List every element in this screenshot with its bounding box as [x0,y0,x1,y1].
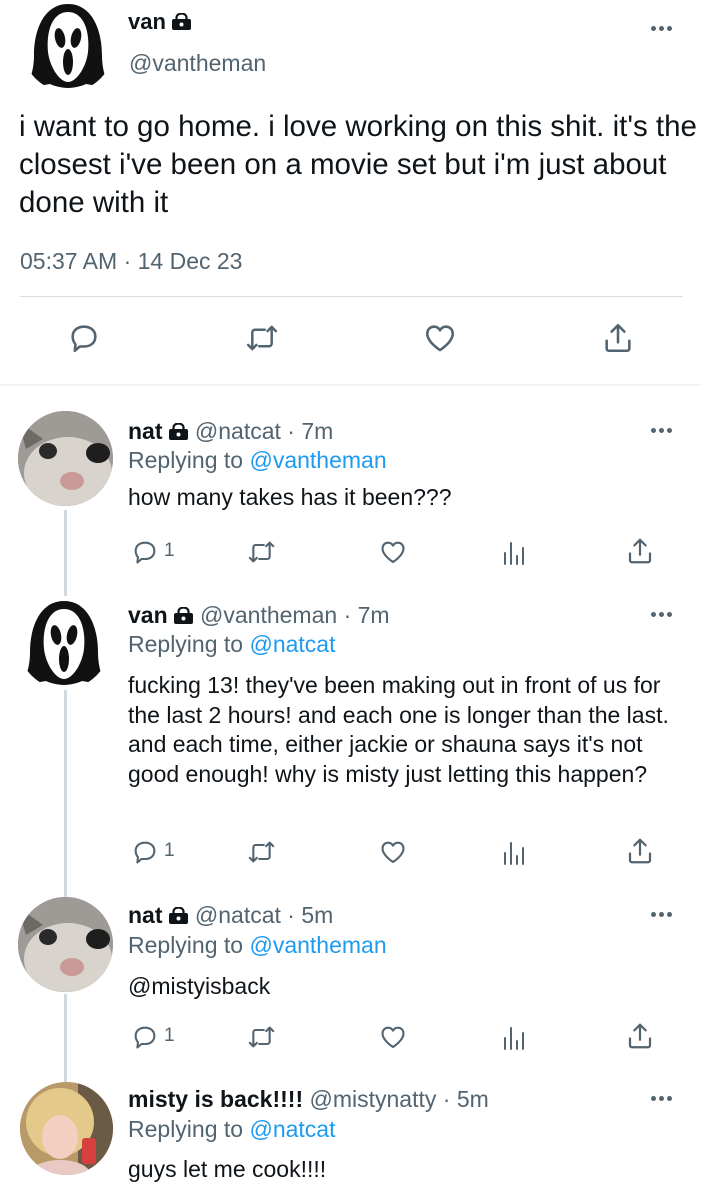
share-icon [605,323,631,353]
tweet-text: i want to go home. i love working on thi… [19,110,697,219]
lock-icon [171,13,191,30]
cat-avatar-image [18,897,113,992]
reply-time: · 7m [287,418,334,444]
like-icon [381,541,405,563]
retweet-button[interactable] [244,321,280,355]
avatar-van[interactable] [18,597,110,689]
reply-count: 1 [164,540,175,561]
reply-author-handle[interactable]: @natcat [195,902,281,928]
replying-to-link[interactable]: @natcat [249,631,335,657]
lock-icon [168,907,188,924]
share-icon [628,1023,652,1049]
share-button[interactable] [625,536,655,566]
replying-to-link[interactable]: @vantheman [249,447,386,473]
ghostface-image [26,4,110,88]
share-button[interactable] [601,321,635,355]
reply-header: van @vantheman · 7m [128,602,390,629]
avatar-misty[interactable] [20,1082,113,1175]
share-icon [628,838,652,864]
reply-icon [71,325,97,353]
more-icon[interactable] [651,428,673,434]
reply-header: misty is back!!!! @mistynatty · 5m [128,1086,489,1113]
analytics-button[interactable] [502,1023,526,1051]
reply-count: 1 [164,1025,175,1046]
reply-button[interactable] [131,1023,159,1051]
ghostface-image [22,601,106,685]
replying-to: Replying to @vantheman [128,932,387,958]
reply-time: · 5m [442,1086,489,1112]
more-icon[interactable] [651,912,673,918]
thread-line [64,510,67,596]
mention-link[interactable]: @mistyisback [128,972,688,1002]
share-icon [628,538,652,564]
reply-header: nat @natcat · 7m [128,418,333,445]
reply-button[interactable] [131,838,159,866]
replying-to: Replying to @natcat [128,1116,336,1142]
author-handle[interactable]: @vantheman [129,50,266,77]
reply-author-name[interactable]: nat [128,418,163,444]
replying-to: Replying to @vantheman [128,447,387,473]
reply-icon [134,541,156,564]
more-icon[interactable] [651,1096,673,1102]
like-button[interactable] [378,838,408,866]
like-button[interactable] [422,321,458,355]
reply-text: fucking 13! they've been making out in f… [128,672,669,787]
avatar-van[interactable] [22,0,114,92]
reply-text: guys let me cook!!!! [128,1156,327,1182]
reply-time: · 5m [287,902,334,928]
analytics-button[interactable] [502,838,526,866]
reply-author-handle[interactable]: @vantheman [200,602,337,628]
tweet-timestamp[interactable]: 05:37 AM · 14 Dec 23 [20,248,242,275]
reply-author-handle[interactable]: @natcat [195,418,281,444]
reply-icon [134,841,156,864]
more-icon[interactable] [651,26,673,32]
divider [20,296,683,297]
replying-to: Replying to @natcat [128,631,336,657]
like-button[interactable] [378,1023,408,1051]
retweet-icon [246,325,278,351]
analytics-icon [504,842,524,865]
retweet-button[interactable] [246,538,277,566]
share-button[interactable] [625,1021,655,1051]
analytics-icon [504,1027,524,1050]
like-icon [425,325,455,352]
author-name-row: van [128,9,192,35]
reply-button[interactable] [67,321,101,355]
like-icon [381,841,405,863]
avatar-nat[interactable] [18,411,113,506]
lock-icon [168,423,188,440]
reply-icon [134,1026,156,1049]
author-name[interactable]: van [128,9,166,34]
retweet-icon [248,1026,275,1048]
analytics-button[interactable] [502,538,526,566]
cat-avatar-image [18,411,113,506]
replying-to-link[interactable]: @vantheman [249,932,386,958]
reply-count: 1 [164,840,175,861]
reply-author-name[interactable]: misty is back!!!! [128,1086,303,1112]
retweet-button[interactable] [246,1023,277,1051]
analytics-icon [504,542,524,565]
replying-to-link[interactable]: @natcat [249,1116,335,1142]
thread-line [64,690,67,898]
like-icon [381,1026,405,1048]
more-icon[interactable] [651,612,673,618]
reply-author-handle[interactable]: @mistynatty [310,1086,437,1112]
reply-header: nat @natcat · 5m [128,902,333,929]
divider [0,384,701,386]
retweet-button[interactable] [246,838,277,866]
lock-icon [173,607,193,624]
retweet-icon [248,541,275,563]
reply-text: how many takes has it been??? [128,484,452,510]
like-button[interactable] [378,538,408,566]
reply-author-name[interactable]: nat [128,902,163,928]
avatar-nat[interactable] [18,897,113,992]
share-button[interactable] [625,836,655,866]
reply-button[interactable] [131,538,159,566]
thread-line [64,994,67,1082]
reply-time: · 7m [343,602,390,628]
retweet-icon [248,841,275,863]
reply-author-name[interactable]: van [128,602,168,628]
misty-avatar-image [20,1082,113,1175]
